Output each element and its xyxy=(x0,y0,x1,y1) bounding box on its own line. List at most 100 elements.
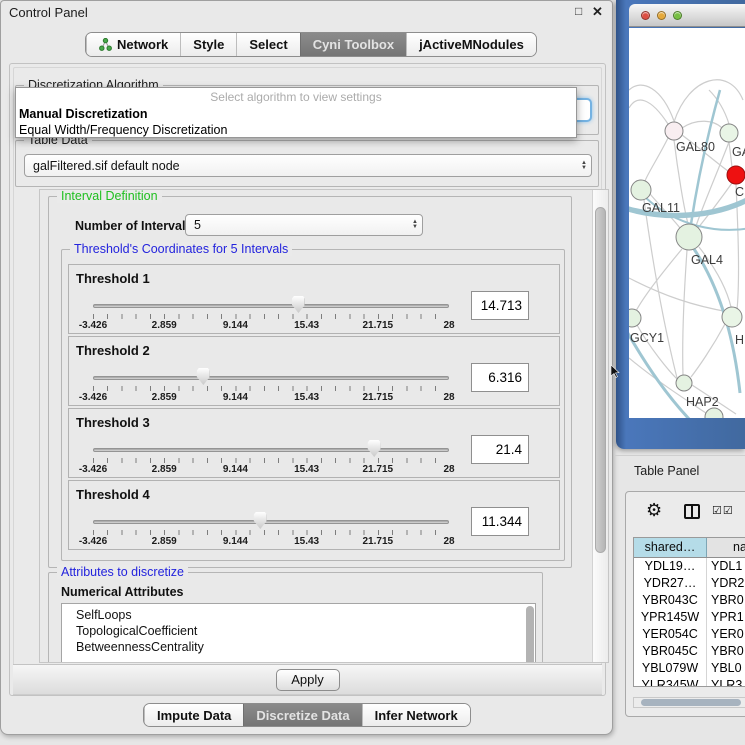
slider-ticks xyxy=(93,458,449,463)
tab[interactable]: Discretize Data xyxy=(243,704,361,726)
dropdown-option[interactable]: Manual Discretization xyxy=(16,106,576,122)
threshold-slider: -3.4262.8599.14415.4321.71528 xyxy=(93,337,449,405)
dropdown-option[interactable]: Equal Width/Frequency Discretization xyxy=(16,122,576,138)
network-window-titlebar[interactable] xyxy=(629,4,745,27)
table-row[interactable]: YLR345W YLR3 xyxy=(634,677,745,687)
table-row[interactable]: YBR045C YBR0 xyxy=(634,643,745,660)
network-edge[interactable] xyxy=(674,80,743,122)
network-node[interactable] xyxy=(631,180,651,200)
number-of-intervals-combobox[interactable]: 5 ▲▼ xyxy=(185,214,423,236)
network-edge[interactable] xyxy=(644,200,677,378)
horizontal-scrollbar[interactable] xyxy=(633,697,745,708)
tab[interactable]: jActiveMNodules xyxy=(406,33,536,56)
threshold-card: Threshold 1 -3.4262.8599.14415.4321.7152… xyxy=(68,264,560,334)
slider-track[interactable] xyxy=(93,448,449,452)
list-item[interactable]: BetweennessCentrality xyxy=(62,639,535,655)
cell-name: YER0 xyxy=(707,626,745,643)
tab-label: Impute Data xyxy=(157,708,231,723)
network-edge[interactable] xyxy=(629,100,668,124)
network-edge[interactable] xyxy=(636,249,682,311)
scrollbar-thumb[interactable] xyxy=(641,699,741,706)
tick-label: 9.144 xyxy=(223,464,248,475)
slider-thumb[interactable] xyxy=(254,512,267,529)
tick-label: 21.715 xyxy=(363,392,394,403)
list-item[interactable]: TopologicalCoefficient xyxy=(62,623,535,639)
threshold-value-field[interactable]: 14.713 xyxy=(471,291,529,320)
slider-thumb[interactable] xyxy=(368,440,381,457)
tick-label: 15.43 xyxy=(294,392,319,403)
network-node[interactable] xyxy=(665,122,683,140)
table-data-combobox[interactable]: galFiltered.sif default node ▲▼ xyxy=(24,154,592,177)
close-button[interactable] xyxy=(641,11,650,20)
network-canvas[interactable]: GAL80GACGAL11GAL4GCY1HHAP2 xyxy=(629,28,745,418)
columns-icon[interactable] xyxy=(684,504,700,519)
slider-track[interactable] xyxy=(93,304,449,308)
network-edge[interactable] xyxy=(645,138,668,181)
network-node[interactable] xyxy=(727,166,745,184)
tick-label: 15.43 xyxy=(294,464,319,475)
algorithm-dropdown-popup: Select algorithm to view settings Manual… xyxy=(15,87,577,138)
tick-label: -3.426 xyxy=(79,392,107,403)
tab[interactable]: Select xyxy=(236,33,299,56)
vertical-scrollbar[interactable] xyxy=(592,190,608,662)
network-edge[interactable] xyxy=(691,90,720,224)
threshold-value-field[interactable]: 6.316 xyxy=(471,363,529,392)
network-edge[interactable] xyxy=(629,85,674,121)
table-row[interactable]: YBR043C YBR0 xyxy=(634,592,745,609)
network-node[interactable] xyxy=(676,375,692,391)
table-row[interactable]: YER054C YER0 xyxy=(634,626,745,643)
checkboxes-icon[interactable]: ☑☑ xyxy=(712,504,734,517)
network-node[interactable] xyxy=(705,408,723,418)
tab[interactable]: Style xyxy=(180,33,236,56)
slider-thumb[interactable] xyxy=(292,296,305,313)
close-window-icon[interactable]: ✕ xyxy=(592,4,603,20)
network-edge[interactable] xyxy=(683,250,687,375)
threshold-slider: -3.4262.8599.14415.4321.71528 xyxy=(93,265,449,333)
network-node[interactable] xyxy=(720,124,738,142)
control-panel-window: Control Panel □ ✕ Network Style Select C… xyxy=(0,0,613,735)
column-header-name[interactable]: na xyxy=(707,538,745,557)
column-header-shared-name[interactable]: shared… xyxy=(634,538,707,557)
tab[interactable]: Cyni Toolbox xyxy=(300,33,406,56)
dropdown-options: Manual Discretization Equal Width/Freque… xyxy=(16,106,576,138)
minimize-button[interactable] xyxy=(657,11,666,20)
list-scrollbar[interactable] xyxy=(526,606,534,663)
table-row[interactable]: YDR27… YDR2 xyxy=(634,575,745,592)
table-body: YDL19… YDL1 YDR27… YDR2 YBR043C YBR0 YPR… xyxy=(634,558,745,687)
slider-thumb[interactable] xyxy=(197,368,210,385)
cell-name: YBR0 xyxy=(707,643,745,660)
threshold-value-field[interactable]: 21.4 xyxy=(471,435,529,464)
network-node[interactable] xyxy=(676,224,702,250)
float-window-icon[interactable]: □ xyxy=(575,4,582,18)
control-panel-titlebar[interactable]: Control Panel □ ✕ xyxy=(1,1,612,23)
scrollbar-thumb[interactable] xyxy=(595,207,606,553)
group-title: Interval Definition xyxy=(57,189,162,203)
window-title: Control Panel xyxy=(9,5,88,20)
table-row[interactable]: YPR145W YPR1 xyxy=(634,609,745,626)
list-item[interactable]: SelfLoops xyxy=(62,607,535,623)
network-edge[interactable] xyxy=(691,324,725,377)
network-node-label: H xyxy=(735,333,744,347)
network-edge[interactable] xyxy=(682,121,722,128)
table-row[interactable]: YDL19… YDL1 xyxy=(634,558,745,575)
threshold-value-field[interactable]: 11.344 xyxy=(471,507,529,536)
network-node[interactable] xyxy=(629,309,641,327)
slider-tick-labels: -3.4262.8599.14415.4321.71528 xyxy=(93,536,449,549)
cell-name: YDL1 xyxy=(707,558,745,575)
tab[interactable]: Network xyxy=(86,33,180,56)
numerical-attributes-label: Numerical Attributes xyxy=(61,585,183,599)
top-tab-bar: Network Style Select Cyni Toolbox jActiv… xyxy=(85,32,537,57)
slider-track[interactable] xyxy=(93,520,449,524)
tab[interactable]: Infer Network xyxy=(362,704,470,726)
zoom-button[interactable] xyxy=(673,11,682,20)
table-row[interactable]: YBL079W YBL0 xyxy=(634,660,745,677)
gear-icon[interactable]: ⚙ xyxy=(646,500,662,521)
combobox-value: 5 xyxy=(194,218,201,232)
network-node[interactable] xyxy=(722,307,742,327)
table-panel-title: Table Panel xyxy=(634,464,699,478)
tab[interactable]: Impute Data xyxy=(144,704,243,726)
table-panel-titlebar[interactable]: Table Panel xyxy=(614,455,745,485)
apply-button[interactable]: Apply xyxy=(276,669,340,691)
cell-shared-name: YDR27… xyxy=(634,575,707,592)
slider-track[interactable] xyxy=(93,376,449,380)
